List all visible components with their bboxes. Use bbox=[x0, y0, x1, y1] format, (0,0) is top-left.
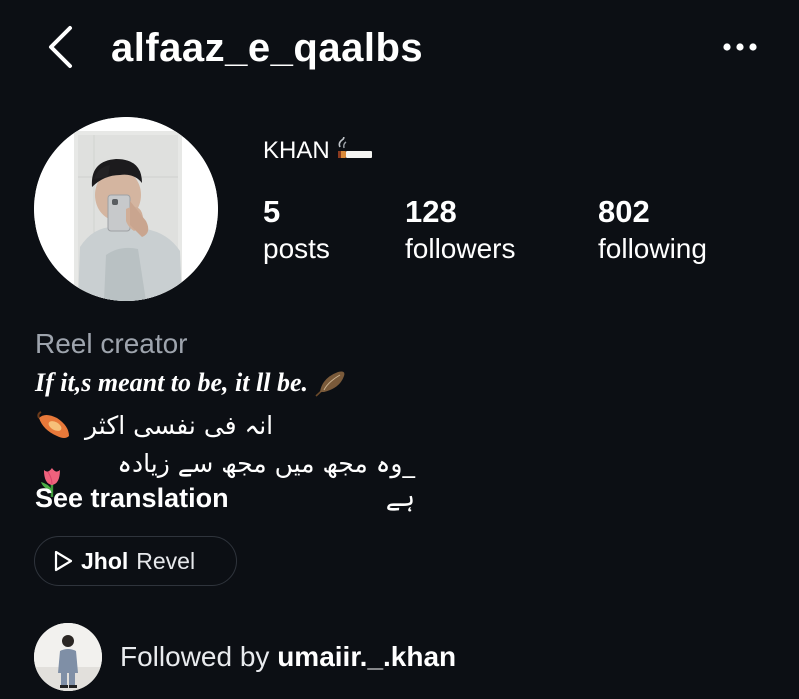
posts-stat[interactable]: 5 posts bbox=[263, 193, 330, 267]
profile-page: alfaaz_e_qaalbs KHAN 5 posts 128 followe… bbox=[0, 0, 799, 699]
bio-line-2-text: انہ فی نفسی اکثر bbox=[85, 411, 274, 440]
followed-by-prefix: Followed by bbox=[120, 641, 278, 672]
profile-avatar[interactable] bbox=[34, 117, 218, 301]
profile-username: alfaaz_e_qaalbs bbox=[111, 26, 424, 70]
bio-line-1-text: If it,s meant to be, it ll be. bbox=[35, 368, 308, 397]
audio-artist: Revel bbox=[136, 547, 196, 574]
play-icon bbox=[54, 550, 73, 572]
mutual-follower-photo bbox=[34, 623, 102, 691]
profile-photo bbox=[34, 117, 218, 301]
followers-stat[interactable]: 128 followers bbox=[405, 193, 515, 267]
posts-label: posts bbox=[263, 233, 330, 264]
display-name-text: KHAN bbox=[263, 137, 330, 164]
mutual-follower-avatar[interactable] bbox=[34, 623, 102, 691]
more-horizontal-icon bbox=[723, 43, 757, 51]
cigarette-emoji-icon bbox=[337, 137, 372, 158]
followed-by-text[interactable]: Followed by umaiir._.khan bbox=[120, 640, 456, 674]
more-options-button[interactable] bbox=[718, 30, 762, 64]
bio-line-1: If it,s meant to be, it ll be. bbox=[35, 366, 348, 400]
followers-count: 128 bbox=[405, 194, 457, 229]
back-button[interactable] bbox=[40, 24, 80, 70]
profile-display-name: KHAN bbox=[263, 136, 374, 166]
following-stat[interactable]: 802 following bbox=[598, 193, 707, 267]
profile-category: Reel creator bbox=[35, 328, 188, 359]
sweet-potato-emoji-icon bbox=[37, 411, 69, 438]
audio-chip[interactable]: Jhol Revel bbox=[34, 536, 237, 586]
following-label: following bbox=[598, 233, 707, 264]
bio-line-2: انہ فی نفسی اکثر bbox=[35, 409, 415, 443]
posts-count: 5 bbox=[263, 194, 281, 229]
see-translation-link[interactable]: See translation bbox=[35, 482, 229, 514]
following-count: 802 bbox=[598, 194, 650, 229]
followed-by-username[interactable]: umaiir._.khan bbox=[277, 641, 456, 672]
audio-song-title: Jhol bbox=[81, 547, 129, 574]
chevron-left-icon bbox=[49, 26, 72, 68]
followers-label: followers bbox=[405, 233, 516, 264]
feather-emoji-icon bbox=[315, 371, 345, 397]
